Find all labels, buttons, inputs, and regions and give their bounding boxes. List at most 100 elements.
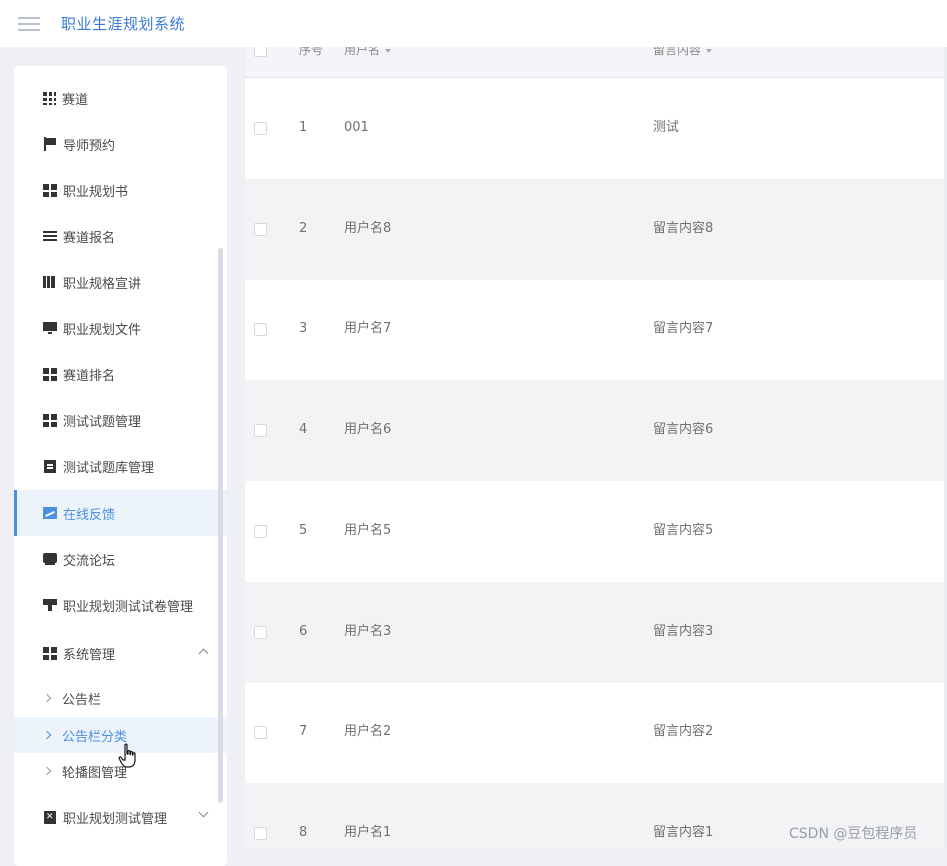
table-row[interactable]: 4 用户名6 留言内容6 [245, 380, 947, 481]
cell-message: 留言内容3 [653, 624, 714, 639]
cell-index: 7 [299, 724, 308, 739]
hamburger-menu-icon[interactable] [18, 15, 40, 33]
row-checkbox[interactable] [254, 726, 267, 739]
chat-icon [43, 552, 57, 566]
watermark: CSDN @豆包程序员 [789, 826, 918, 842]
sidebar-subitem-label: 公告栏分类 [62, 729, 128, 745]
sidebar-item-label: 赛道 [62, 92, 89, 108]
table-row[interactable]: 5 用户名5 留言内容5 [245, 481, 947, 582]
apps-icon [43, 183, 57, 197]
cell-username: 用户名8 [344, 221, 392, 236]
clipboard-x-icon [43, 810, 57, 824]
sidebar-item-label: 系统管理 [63, 647, 116, 663]
sidebar-item-label: 赛道排名 [63, 368, 116, 384]
sidebar-item-label: 职业规划测试管理 [63, 811, 168, 827]
column-header-username[interactable]: 用户名 [344, 47, 392, 57]
sidebar-item-forum[interactable]: 交流论坛 [14, 536, 227, 582]
sidebar-item-track-ranking[interactable]: 赛道排名 [14, 351, 227, 397]
cell-message: 留言内容7 [653, 321, 714, 336]
sidebar-item-career-talk[interactable]: 职业规格宣讲 [14, 259, 227, 305]
sidebar-subitem-label: 公告栏 [62, 692, 102, 708]
column-header-label: 用户名 [344, 47, 381, 57]
cell-index: 2 [299, 221, 308, 236]
chevron-right-icon [42, 693, 52, 703]
sidebar-item-test-questions[interactable]: 测试试题管理 [14, 397, 227, 443]
cell-message: 测试 [653, 120, 680, 135]
sidebar-item-label: 职业规划书 [63, 184, 129, 200]
table-row[interactable]: 1 001 测试 [245, 78, 947, 179]
stamp-icon [43, 598, 57, 612]
cell-username: 用户名2 [344, 724, 392, 739]
chevron-down-icon [198, 807, 209, 818]
sidebar-item-label: 交流论坛 [63, 553, 116, 569]
sidebar-item-mentor-booking[interactable]: 导师预约 [14, 121, 227, 167]
sidebar-item-label: 测试试题管理 [63, 414, 142, 430]
sidebar-subitem-notice-board[interactable]: 公告栏 [14, 680, 227, 716]
sidebar-item-question-bank[interactable]: 测试试题库管理 [14, 443, 227, 489]
sidebar-item-label: 职业规格宣讲 [63, 276, 142, 292]
sidebar-item-track-signup[interactable]: 赛道报名 [14, 213, 227, 259]
apps-icon [43, 413, 57, 427]
column-header-label: 留言内容 [653, 47, 702, 57]
cell-message: 留言内容2 [653, 724, 714, 739]
select-all-checkbox[interactable] [254, 47, 267, 57]
sidebar-item-label: 导师预约 [63, 138, 116, 154]
apps-icon [43, 367, 57, 381]
flag-icon [43, 137, 57, 151]
cell-index: 5 [299, 523, 308, 538]
sort-caret-icon[interactable] [706, 48, 713, 53]
cell-message: 留言内容8 [653, 221, 714, 236]
sidebar-item-track[interactable]: 赛道 [14, 75, 227, 121]
sidebar-scrollbar[interactable] [218, 248, 223, 803]
row-checkbox[interactable] [254, 827, 267, 840]
app-title: 职业生涯规划系统 [61, 15, 186, 33]
row-checkbox[interactable] [254, 223, 267, 236]
grid-icon [43, 91, 56, 105]
cell-message: 留言内容6 [653, 422, 714, 437]
cell-message: 留言内容5 [653, 523, 714, 538]
cell-index: 3 [299, 321, 308, 336]
cell-username: 用户名6 [344, 422, 392, 437]
cell-message: 留言内容1 [653, 825, 714, 840]
cell-index: 8 [299, 825, 308, 840]
chart-icon [43, 506, 57, 520]
apps-icon [43, 646, 57, 660]
sidebar-item-label: 在线反馈 [63, 507, 116, 523]
cell-username: 用户名1 [344, 825, 392, 840]
chevron-right-icon [42, 766, 52, 776]
sidebar-item-system-management[interactable]: 系统管理 [14, 630, 227, 676]
table-header: 序号 用户名 留言内容 [245, 47, 947, 78]
table-row[interactable]: 2 用户名8 留言内容8 [245, 179, 947, 280]
row-checkbox[interactable] [254, 525, 267, 538]
table-row[interactable]: 3 用户名7 留言内容7 [245, 279, 947, 380]
row-checkbox[interactable] [254, 122, 267, 135]
cell-username: 用户名3 [344, 624, 392, 639]
table-row[interactable]: 7 用户名2 留言内容2 [245, 682, 947, 783]
sidebar-item-label: 测试试题库管理 [63, 460, 155, 476]
chevron-up-icon [198, 648, 209, 659]
row-checkbox[interactable] [254, 424, 267, 437]
hand-cursor-icon [118, 743, 136, 768]
cell-username: 001 [344, 120, 369, 135]
list-icon [43, 229, 57, 243]
sidebar-item-career-test-management[interactable]: 职业规划测试管理 [14, 794, 227, 840]
sidebar-item-career-files[interactable]: 职业规划文件 [14, 305, 227, 351]
row-checkbox[interactable] [254, 323, 267, 336]
cell-index: 6 [299, 624, 308, 639]
row-checkbox[interactable] [254, 626, 267, 639]
column-header-index: 序号 [299, 47, 324, 57]
table-row[interactable]: 6 用户名3 留言内容3 [245, 582, 947, 683]
sidebar-item-label: 赛道报名 [63, 230, 116, 246]
sidebar-item-online-feedback[interactable]: 在线反馈 [14, 490, 227, 536]
cell-index: 4 [299, 422, 308, 437]
sort-caret-icon[interactable] [385, 48, 392, 53]
cell-username: 用户名5 [344, 523, 392, 538]
top-bar: 职业生涯规划系统 [0, 0, 947, 47]
sidebar-item-career-plan-book[interactable]: 职业规划书 [14, 167, 227, 213]
feedback-table: 序号 用户名 留言内容 1 001 测试 2 用户名8 留言内容8 3 用户名7… [245, 47, 947, 848]
column-header-message[interactable]: 留言内容 [653, 47, 713, 57]
sidebar-item-test-paper-management[interactable]: 职业规划测试试卷管理 [14, 582, 227, 628]
cell-username: 用户名7 [344, 321, 392, 336]
columns-icon [43, 275, 57, 289]
clipboard-icon [43, 459, 57, 473]
